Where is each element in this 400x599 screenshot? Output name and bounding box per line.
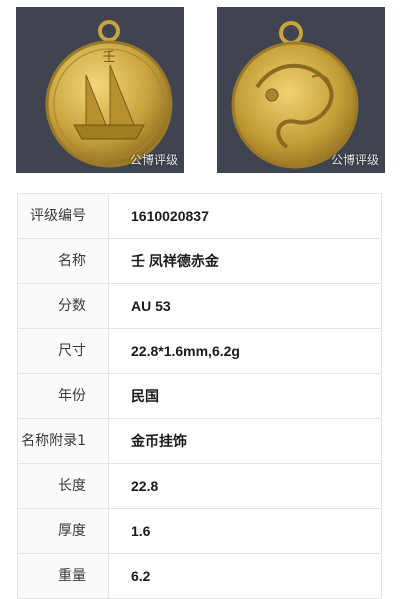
coin-back-image [217,7,385,173]
table-row: 尺寸 22.8*1.6mm,6.2g [18,329,381,374]
row-value: 1610020837 [131,208,209,224]
row-label: 名称附录1 [18,419,109,463]
row-value: 金币挂饰 [131,433,187,449]
coin-front-photo[interactable]: 壬 公博评级 [16,7,184,173]
row-label: 分数 [18,284,109,328]
watermark-front: 公博评级 [129,153,178,167]
row-value: 6.2 [131,568,151,584]
watermark-back: 公博评级 [330,153,379,167]
row-value: AU 53 [131,298,171,314]
grading-details-table: 评级编号 1610020837 名称 壬 凤祥德赤金 分数 AU 53 尺寸 2… [17,193,382,599]
table-row: 名称附录1 金币挂饰 [18,419,381,464]
table-row: 重量 6.2 [18,554,381,599]
row-label: 重量 [18,554,109,598]
row-label: 厚度 [18,509,109,553]
table-row: 名称 壬 凤祥德赤金 [18,239,381,284]
row-value: 1.6 [131,523,151,539]
row-value: 壬 凤祥德赤金 [131,253,219,269]
table-row: 长度 22.8 [18,464,381,509]
table-row: 分数 AU 53 [18,284,381,329]
row-value: 22.8*1.6mm,6.2g [131,343,240,359]
row-value: 22.8 [131,478,159,494]
row-label: 年份 [18,374,109,418]
table-row: 厚度 1.6 [18,509,381,554]
coin-back-photo[interactable]: 公博评级 [217,7,385,173]
row-value: 民国 [131,388,159,404]
coin-front-image: 壬 [16,7,184,173]
row-label: 名称 [18,239,109,283]
table-row: 年份 民国 [18,374,381,419]
row-label: 尺寸 [18,329,109,373]
table-row: 评级编号 1610020837 [18,194,381,239]
row-label: 评级编号 [18,194,109,238]
row-label: 长度 [18,464,109,508]
svg-text:壬: 壬 [102,50,115,65]
